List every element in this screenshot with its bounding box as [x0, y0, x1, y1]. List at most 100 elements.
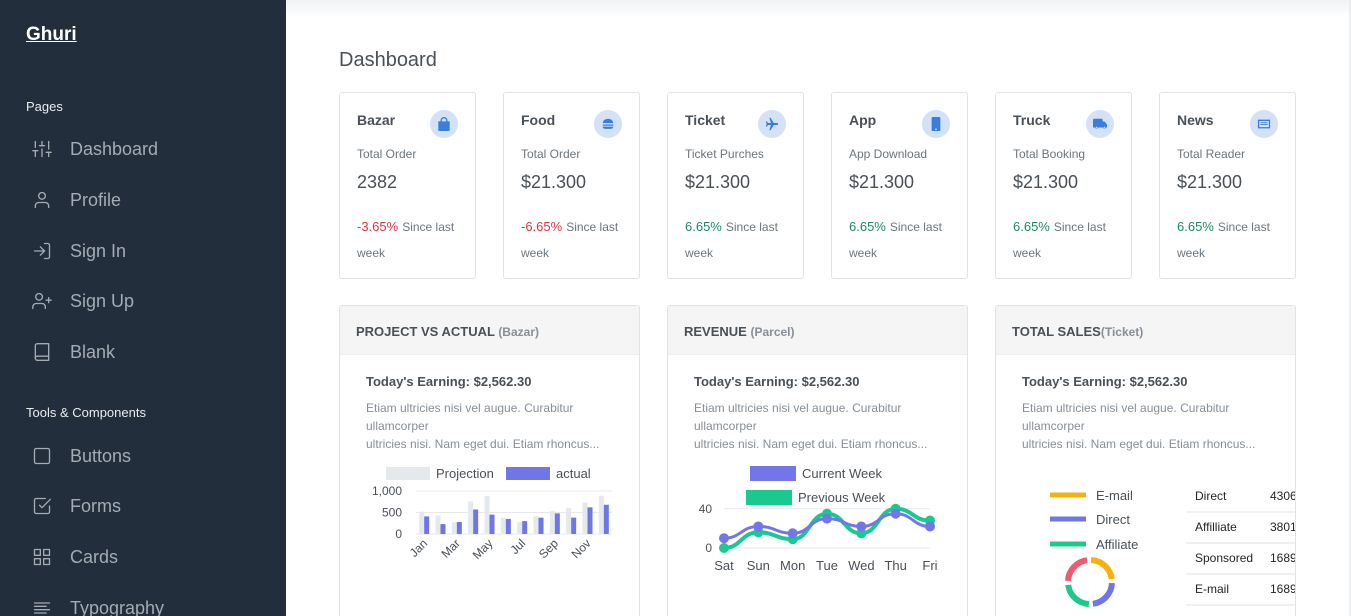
stat-value: $21.300	[521, 172, 587, 192]
card-total-sales: TOTAL SALES(Ticket) Today's Earning: $2,…	[995, 305, 1296, 616]
data-point	[719, 533, 729, 544]
sidebar-item-blank[interactable]: Blank	[30, 337, 115, 367]
legend-label: Projection	[436, 466, 494, 481]
stat-subtitle: Total Booking	[1013, 147, 1086, 161]
card-revenue: REVENUE (Parcel) Today's Earning: $2,562…	[667, 305, 968, 616]
table-cell-value: 1689	[1270, 582, 1296, 596]
stat-name: News	[1177, 112, 1214, 128]
sidebar-item-label: Typography	[70, 597, 165, 616]
plane-icon	[758, 110, 786, 138]
table-cell-source: E-mail	[1195, 582, 1229, 596]
x-tick-label: Wed	[848, 558, 875, 573]
user-icon	[30, 188, 54, 212]
y-tick-label: 500	[382, 506, 402, 520]
stat-card-bazar: Bazar Total Order 2382 -3.65% Since last …	[339, 92, 476, 279]
sidebar-item-label: Sign In	[70, 240, 127, 261]
stat-card-news: News Total Reader $21.300 6.65% Since las…	[1159, 92, 1296, 279]
bar-projection	[500, 517, 506, 534]
sidebar-item-label: Profile	[70, 189, 122, 210]
sidebar-item-label: Dashboard	[70, 138, 159, 159]
stat-subtitle: Ticket Purches	[685, 147, 764, 161]
card-tag: (Parcel)	[750, 325, 795, 339]
card-earning: Today's Earning: $2,562.30	[366, 374, 532, 389]
pie-slice	[1065, 557, 1088, 582]
legend-swatch	[386, 467, 430, 480]
stat-percent: 6.65%	[685, 219, 722, 234]
pie-slice	[1090, 557, 1115, 580]
bar-actual	[489, 514, 495, 534]
sidebar-item-forms[interactable]: Forms	[30, 491, 121, 521]
pie-slice	[1092, 582, 1115, 607]
stat-value: $21.300	[685, 172, 751, 192]
sidebar-item-sign-in[interactable]: Sign In	[30, 236, 126, 266]
legend-swatch	[746, 490, 792, 505]
bar-actual	[473, 509, 479, 534]
bar-actual	[587, 507, 593, 534]
stat-percent: 6.65%	[1177, 219, 1214, 234]
sidebar-item-buttons[interactable]: Buttons	[30, 441, 131, 471]
section-heading-tools: Tools & Components	[26, 405, 146, 420]
bar-chart: Projection actual 1,000 500 0 Jan Mar May Jul Sep…	[372, 466, 612, 562]
y-tick-label: 1,000	[372, 484, 402, 498]
x-tick-label: Sep	[536, 536, 561, 561]
brand-logo[interactable]: Ghuri	[26, 24, 77, 46]
stat-change: 6.65% Since last week	[1013, 214, 1123, 266]
stat-name: Bazar	[357, 112, 396, 128]
user-plus-icon	[30, 289, 54, 313]
card-desc-line: Etiam ultricies nisi vel augue. Curabitu…	[366, 401, 574, 433]
bar-actual	[505, 518, 511, 534]
bar-actual	[603, 504, 609, 534]
stat-subtitle: Total Reader	[1177, 147, 1246, 161]
sidebar-item-label: Forms	[70, 495, 121, 516]
pie-chart: E-mail Direct Affiliate Direct 4306 Affilliat…	[1050, 488, 1296, 607]
stat-percent: 6.65%	[1013, 219, 1050, 234]
stat-card-ticket: Ticket Ticket Purches $21.300 6.65% Since…	[667, 92, 804, 279]
x-tick-label: Sun	[747, 558, 770, 573]
x-tick-label: Jul	[508, 536, 529, 557]
card-desc-line: Etiam ultricies nisi vel augue. Curabitu…	[694, 401, 902, 433]
stat-change: 6.65% Since last week	[1177, 214, 1287, 266]
stat-change: 6.65% Since last week	[849, 214, 959, 266]
stat-percent: -3.65%	[357, 219, 399, 234]
card-description: Etiam ultricies nisi vel augue. Curabitu…	[366, 399, 616, 453]
table-cell-value: 3801	[1270, 520, 1296, 534]
stat-card-food: Food Total Order $21.300 -6.65% Since las…	[503, 92, 640, 279]
x-tick-label: Fri	[922, 558, 937, 573]
card-desc-line: ultricies nisi. Nam eget dui. Etiam rhon…	[1022, 437, 1256, 451]
sidebar-item-typography[interactable]: Typography	[30, 593, 164, 616]
card-description: Etiam ultricies nisi vel augue. Curabitu…	[1022, 399, 1272, 453]
bar-projection	[582, 502, 588, 534]
square-icon	[30, 444, 54, 468]
bar-projection	[419, 511, 425, 534]
legend-label: Current Week	[802, 466, 882, 481]
sidebar-item-label: Blank	[70, 341, 116, 362]
truck-icon	[1086, 110, 1114, 138]
sidebar-item-cards[interactable]: Cards	[30, 542, 118, 572]
data-point	[925, 521, 935, 532]
main-content: Dashboard Bazar Total Order 2382 -3.65% S…	[286, 0, 1351, 616]
stat-subtitle: App Download	[849, 147, 928, 161]
table-cell-source: Sponsored	[1195, 551, 1253, 565]
legend-label: Affiliate	[1096, 537, 1138, 552]
card-tag: (Ticket)	[1100, 325, 1144, 339]
bar-projection	[468, 501, 474, 534]
bar-actual	[554, 513, 560, 534]
data-point	[890, 508, 901, 519]
bar-projection	[484, 496, 490, 534]
stat-name: Ticket	[685, 112, 726, 128]
table-cell-value: 1689	[1270, 551, 1296, 565]
bar-projection	[451, 522, 457, 534]
card-header: REVENUE (Parcel)	[668, 306, 967, 355]
legend-label: actual	[556, 466, 591, 481]
sidebar-item-dashboard[interactable]: Dashboard	[30, 134, 158, 164]
sidebar-item-sign-up[interactable]: Sign Up	[30, 286, 134, 316]
bar-actual	[424, 516, 430, 534]
card-desc-line: ultricies nisi. Nam eget dui. Etiam rhon…	[694, 437, 928, 451]
bar-actual	[538, 517, 544, 534]
sliders-icon	[30, 137, 54, 161]
stat-subtitle: Total Order	[357, 147, 417, 161]
legend-swatch	[506, 467, 550, 480]
table-cell-value: 4306	[1270, 489, 1296, 503]
bar-projection	[435, 515, 441, 534]
sidebar-item-profile[interactable]: Profile	[30, 185, 121, 215]
